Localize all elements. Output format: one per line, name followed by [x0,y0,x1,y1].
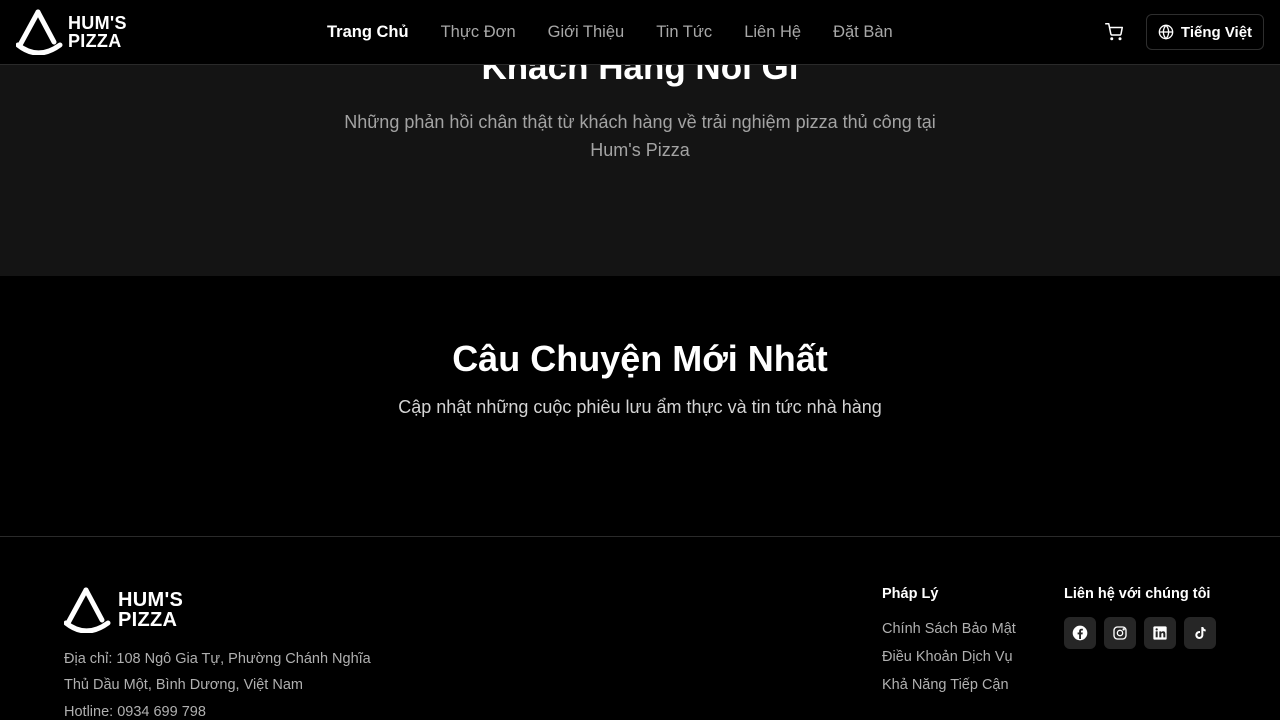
cart-button[interactable] [1099,17,1129,47]
tiktok-icon [1195,627,1206,639]
nav-item-contact[interactable]: Liên Hệ [728,23,817,42]
logo-line2: PIZZA [68,31,122,51]
facebook-icon [1072,625,1088,641]
instagram-icon [1113,626,1127,640]
tiktok-button[interactable] [1184,617,1216,649]
social-links [1064,617,1216,649]
footer-hotline: Hotline: 0934 699 798 [64,704,206,720]
linkedin-button[interactable] [1144,617,1176,649]
terms-of-service-link[interactable]: Điều Khoản Dịch Vụ [882,649,1013,665]
main-nav: Trang Chủ Thực Đơn Giới Thiệu Tin Tức Li… [311,0,909,64]
logo-line1: HUM'S [68,13,127,33]
nav-item-home[interactable]: Trang Chủ [311,23,425,42]
footer-logo-line1: HUM'S [118,589,184,611]
testimonials-subtitle: Những phản hồi chân thật từ khách hàng v… [320,108,960,164]
footer-logo[interactable]: HUM'S PIZZA [64,587,183,633]
header-logo[interactable]: HUM'S PIZZA [16,9,127,55]
nav-item-reservation[interactable]: Đặt Bàn [817,23,909,42]
site-footer: HUM'S PIZZA Địa chỉ: 108 Ngô Gia Tự, Phư… [0,536,1280,720]
site-header: HUM'S PIZZA Trang Chủ Thực Đơn Giới Thiệ… [0,0,1280,65]
pizza-logo-icon [64,587,111,633]
pizza-logo-icon [16,9,63,55]
footer-address-line1: Địa chỉ: 108 Ngô Gia Tự, Phường Chánh Ng… [64,651,371,667]
testimonials-subtitle-line2: Hum's Pizza [590,140,690,160]
legal-title: Pháp Lý [882,586,939,602]
instagram-button[interactable] [1104,617,1136,649]
logo-wordmark: HUM'S PIZZA [68,14,127,50]
contact-title: Liên hệ với chúng tôi [1064,586,1211,602]
nav-item-news[interactable]: Tin Tức [640,23,728,42]
latest-stories-section: Câu Chuyện Mới Nhất Cập nhật những cuộc … [0,276,1280,537]
nav-item-menu[interactable]: Thực Đơn [425,23,532,42]
language-selector-button[interactable]: Tiếng Việt [1146,14,1264,50]
footer-logo-wordmark: HUM'S PIZZA [118,590,183,630]
privacy-policy-link[interactable]: Chính Sách Bảo Mật [882,621,1016,637]
stories-title: Câu Chuyện Mới Nhất [452,338,828,379]
footer-address-line2: Thủ Dầu Một, Bình Dương, Việt Nam [64,677,303,693]
testimonials-subtitle-line1: Những phản hồi chân thật từ khách hàng v… [344,112,936,132]
nav-item-about[interactable]: Giới Thiệu [532,23,641,42]
footer-logo-line2: PIZZA [118,609,178,631]
facebook-button[interactable] [1064,617,1096,649]
stories-subtitle: Cập nhật những cuộc phiêu lưu ẩm thực và… [398,397,882,417]
globe-icon [1158,24,1174,40]
accessibility-link[interactable]: Khả Năng Tiếp Cận [882,677,1009,693]
linkedin-icon [1153,626,1167,640]
shopping-cart-icon [1105,23,1123,41]
language-label: Tiếng Việt [1180,23,1253,41]
